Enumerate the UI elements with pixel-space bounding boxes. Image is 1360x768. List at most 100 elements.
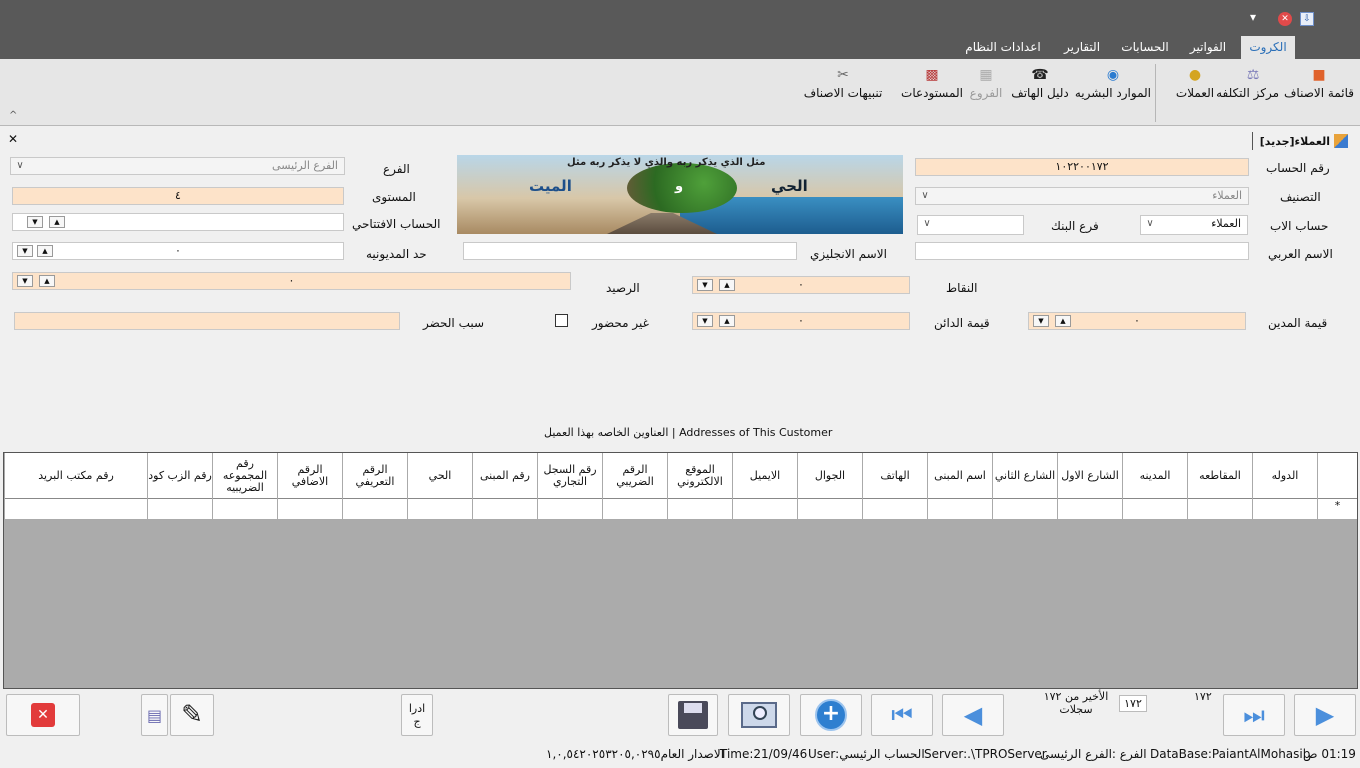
grid-cell[interactable] bbox=[1057, 499, 1122, 520]
grid-cell[interactable] bbox=[472, 499, 537, 520]
window-menu-icon[interactable]: ▾ bbox=[1250, 10, 1256, 24]
tab-reports[interactable]: التقارير bbox=[1055, 36, 1109, 59]
tab-accounts[interactable]: الحسابات bbox=[1115, 36, 1175, 59]
preview-button[interactable] bbox=[728, 694, 790, 736]
save-button[interactable] bbox=[668, 694, 718, 736]
level-field[interactable]: ٤ bbox=[12, 187, 344, 205]
window-close-icon[interactable]: ✕ bbox=[1278, 12, 1292, 26]
grid-cell[interactable] bbox=[1122, 499, 1187, 520]
grid-column-header[interactable]: رقم مكتب البريد bbox=[4, 453, 147, 499]
grid-column-header[interactable]: الموقع الالكتروني bbox=[667, 453, 732, 499]
ribbon-phone-book[interactable]: ☎ دليل الهاتف bbox=[1010, 66, 1070, 100]
spin-up-icon[interactable]: ▲ bbox=[1055, 315, 1071, 327]
ribbon-branches[interactable]: ▦ الفروع bbox=[967, 66, 1005, 100]
spin-up-icon[interactable]: ▲ bbox=[39, 275, 55, 287]
grid-column-header[interactable]: الجوال bbox=[797, 453, 862, 499]
delete-button[interactable]: ✕ bbox=[6, 694, 80, 736]
account-no-field[interactable]: ١٠٢٢٠٠١٧٢ bbox=[915, 158, 1249, 176]
first-record-button[interactable]: ⏮ bbox=[871, 694, 933, 736]
grid-cell[interactable] bbox=[667, 499, 732, 520]
tab-invoices[interactable]: الفواتير bbox=[1181, 36, 1235, 59]
tab-cards[interactable]: الكروت bbox=[1241, 36, 1295, 59]
addresses-grid[interactable]: الدوله المقاطعه المدينه الشارع الاول الشارع … bbox=[3, 452, 1358, 689]
tab-settings[interactable]: اعدادات النظام bbox=[958, 36, 1048, 59]
last-record-button[interactable]: ⏭ bbox=[1223, 694, 1285, 736]
parent-account-select[interactable]: العملاء ∨ bbox=[1140, 215, 1248, 235]
form-title: العملاء[جديد] bbox=[1259, 134, 1330, 148]
grid-column-header[interactable]: الهاتف bbox=[862, 453, 927, 499]
debit-value-field[interactable]: ▲ ▼ ٠ bbox=[1028, 312, 1246, 330]
spin-up-icon[interactable]: ▲ bbox=[719, 279, 735, 291]
ribbon-label: الموارد البشريه bbox=[1074, 86, 1151, 100]
classification-select[interactable]: العملاء ∨ bbox=[915, 187, 1249, 205]
grid-cell[interactable] bbox=[862, 499, 927, 520]
previous-record-button[interactable]: ◀ bbox=[942, 694, 1004, 736]
grid-cell[interactable] bbox=[992, 499, 1057, 520]
ribbon-items-list[interactable]: ■ قائمة الاصناف bbox=[1283, 66, 1355, 100]
spin-down-icon[interactable]: ▼ bbox=[17, 245, 33, 257]
grid-cell[interactable] bbox=[732, 499, 797, 520]
arabic-name-field[interactable] bbox=[915, 242, 1249, 260]
grid-cell[interactable] bbox=[797, 499, 862, 520]
admin-button[interactable]: ادرا ج bbox=[401, 694, 433, 736]
grid-cell[interactable] bbox=[927, 499, 992, 520]
grid-cell[interactable] bbox=[1187, 499, 1252, 520]
spin-down-icon[interactable]: ▼ bbox=[697, 279, 713, 291]
grid-cell[interactable] bbox=[277, 499, 342, 520]
grid-cell[interactable] bbox=[537, 499, 602, 520]
english-name-field[interactable] bbox=[463, 242, 797, 260]
spin-down-icon[interactable]: ▼ bbox=[17, 275, 33, 287]
grid-column-header[interactable]: الرقم التعريفي bbox=[342, 453, 407, 499]
not-present-checkbox[interactable] bbox=[555, 314, 568, 327]
edit-button[interactable]: ✎ bbox=[170, 694, 214, 736]
spin-up-icon[interactable]: ▲ bbox=[49, 216, 65, 228]
grid-column-header[interactable]: الشارع الثاني bbox=[992, 453, 1057, 499]
grid-column-header[interactable]: الحي bbox=[407, 453, 472, 499]
next-record-button[interactable]: ▶ bbox=[1294, 694, 1356, 736]
grid-column-header[interactable]: الرقم الضريبي bbox=[602, 453, 667, 499]
grid-column-header[interactable]: رقم المجموعه الضريبيه bbox=[212, 453, 277, 499]
grid-column-header[interactable]: الدوله bbox=[1252, 453, 1317, 499]
chevron-down-icon: ∨ bbox=[921, 190, 929, 201]
grid-column-header[interactable]: رقم السجل التجاري bbox=[537, 453, 602, 499]
grid-column-header[interactable]: الايميل bbox=[732, 453, 797, 499]
ribbon-hr[interactable]: ◉ الموارد البشريه bbox=[1075, 66, 1151, 100]
points-field[interactable]: ▲ ▼ ٠ bbox=[692, 276, 910, 294]
ribbon-warehouses[interactable]: ▩ المستودعات bbox=[900, 66, 964, 100]
grid-column-header[interactable]: رقم الزب كود bbox=[147, 453, 212, 499]
ribbon-cost-center[interactable]: ⚖ مركز التكلفه bbox=[1216, 66, 1279, 100]
ribbon-items-alerts[interactable]: ✂ تنبيهات الاصناف bbox=[800, 66, 886, 100]
grid-column-header[interactable]: المقاطعه bbox=[1187, 453, 1252, 499]
excel-delete-button[interactable]: ▤ bbox=[141, 694, 168, 736]
ribbon-label: قائمة الاصناف bbox=[1283, 86, 1354, 100]
opening-account-field[interactable]: ▲ ▼ bbox=[12, 213, 344, 231]
ribbon-currencies[interactable]: ● العملات bbox=[1168, 66, 1222, 100]
spin-down-icon[interactable]: ▼ bbox=[1033, 315, 1049, 327]
grid-cell[interactable] bbox=[407, 499, 472, 520]
credit-limit-field[interactable]: ▲ ▼ ٠ bbox=[12, 242, 344, 260]
grid-column-header[interactable]: الرقم الاضافي bbox=[277, 453, 342, 499]
balance-field[interactable]: ▲ ▼ ٠ bbox=[12, 272, 571, 290]
grid-cell[interactable] bbox=[342, 499, 407, 520]
grid-cell[interactable] bbox=[1252, 499, 1317, 520]
record-current-field[interactable]: ١٧٢ bbox=[1119, 695, 1147, 712]
credit-value-field[interactable]: ▲ ▼ ٠ bbox=[692, 312, 910, 330]
grid-column-header[interactable]: الشارع الاول bbox=[1057, 453, 1122, 499]
spin-up-icon[interactable]: ▲ bbox=[37, 245, 53, 257]
grid-column-header[interactable]: رقم المبنى bbox=[472, 453, 537, 499]
spin-up-icon[interactable]: ▲ bbox=[719, 315, 735, 327]
grid-cell[interactable] bbox=[4, 499, 147, 520]
grid-column-header[interactable]: اسم المبنى bbox=[927, 453, 992, 499]
spin-down-icon[interactable]: ▼ bbox=[27, 216, 43, 228]
grid-cell[interactable] bbox=[212, 499, 277, 520]
grid-column-header[interactable]: المدينه bbox=[1122, 453, 1187, 499]
grid-cell[interactable] bbox=[602, 499, 667, 520]
bank-branch-select[interactable]: ∨ bbox=[917, 215, 1024, 235]
ribbon-collapse-icon[interactable]: ^ bbox=[9, 110, 17, 121]
branch-select[interactable]: الفرع الرئيسى ∨ bbox=[10, 157, 345, 175]
ban-reason-field[interactable] bbox=[14, 312, 400, 330]
add-button[interactable]: + bbox=[800, 694, 862, 736]
grid-cell[interactable] bbox=[147, 499, 212, 520]
spin-down-icon[interactable]: ▼ bbox=[697, 315, 713, 327]
form-close-icon[interactable]: ✕ bbox=[8, 132, 18, 146]
